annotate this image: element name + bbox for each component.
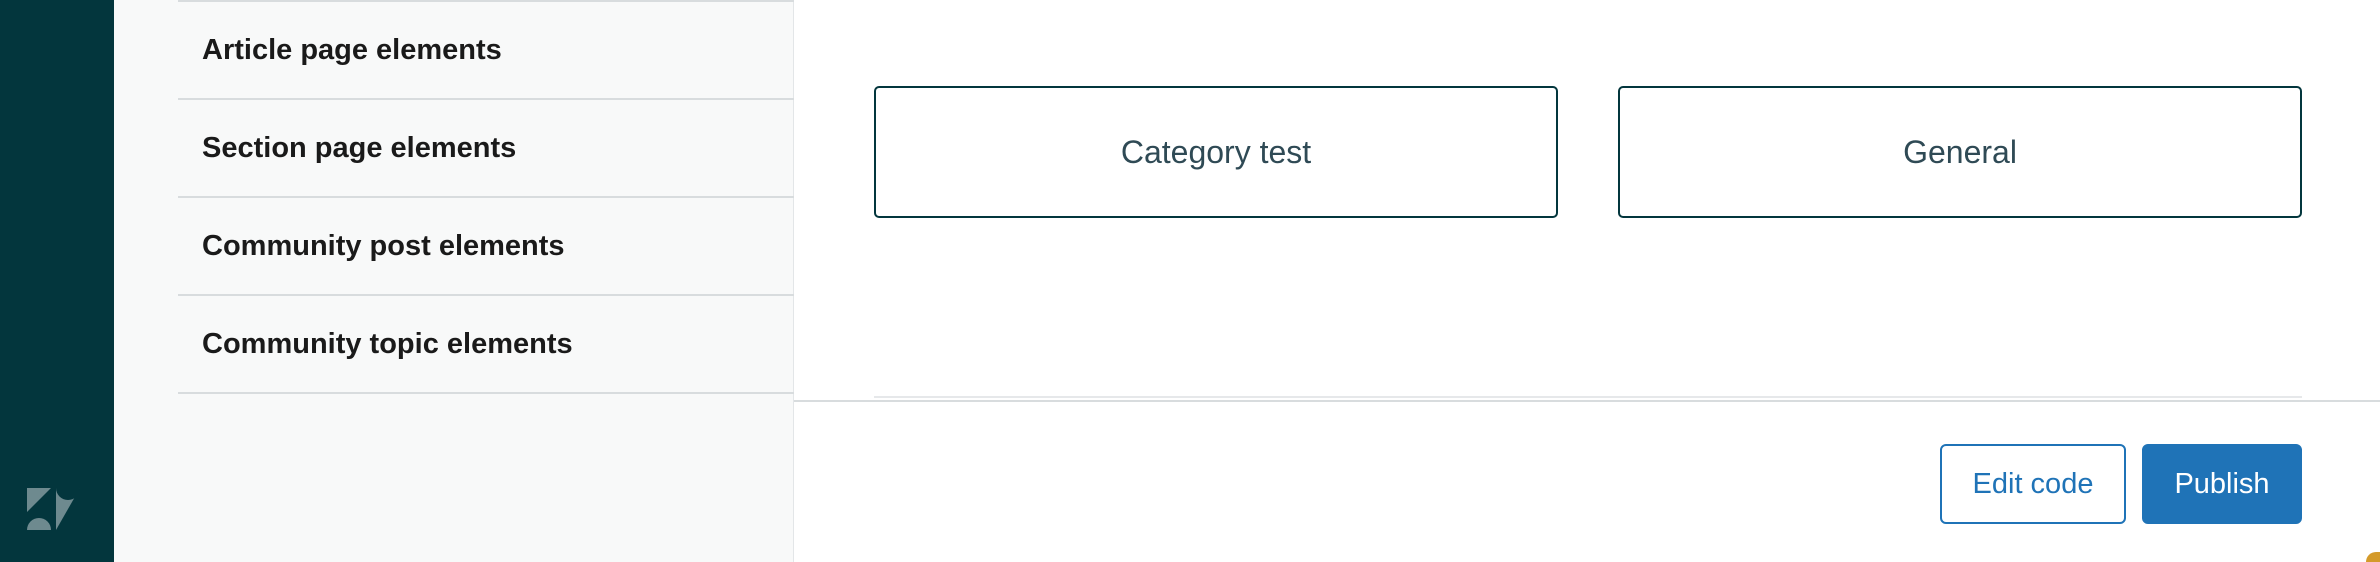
publish-button[interactable]: Publish: [2142, 444, 2302, 524]
theme-preview: Category test General Edit code Publish: [794, 0, 2380, 562]
settings-item-label: Article page elements: [202, 33, 502, 66]
category-card[interactable]: Category test: [874, 86, 1558, 218]
category-card[interactable]: General: [1618, 86, 2302, 218]
settings-item-label: Section page elements: [202, 131, 517, 164]
settings-item-section-page[interactable]: Section page elements: [178, 100, 844, 198]
settings-item-label: Community topic elements: [202, 327, 573, 360]
settings-item-label: Community post elements: [202, 229, 565, 262]
settings-panel: Article page elements Section page eleme…: [114, 0, 844, 562]
edit-code-button[interactable]: Edit code: [1940, 444, 2126, 524]
preview-divider: [874, 396, 2302, 398]
brand-rail: [0, 0, 114, 562]
settings-item-community-topic[interactable]: Community topic elements: [178, 296, 844, 394]
settings-list: Article page elements Section page eleme…: [178, 0, 844, 394]
category-cards: Category test General: [874, 86, 2302, 218]
theme-editor: Article page elements Section page eleme…: [0, 0, 2380, 562]
settings-item-article-page[interactable]: Article page elements: [178, 2, 844, 100]
zendesk-logo-icon[interactable]: [27, 488, 80, 530]
action-footer: Edit code Publish: [794, 400, 2380, 562]
settings-item-community-post[interactable]: Community post elements: [178, 198, 844, 296]
